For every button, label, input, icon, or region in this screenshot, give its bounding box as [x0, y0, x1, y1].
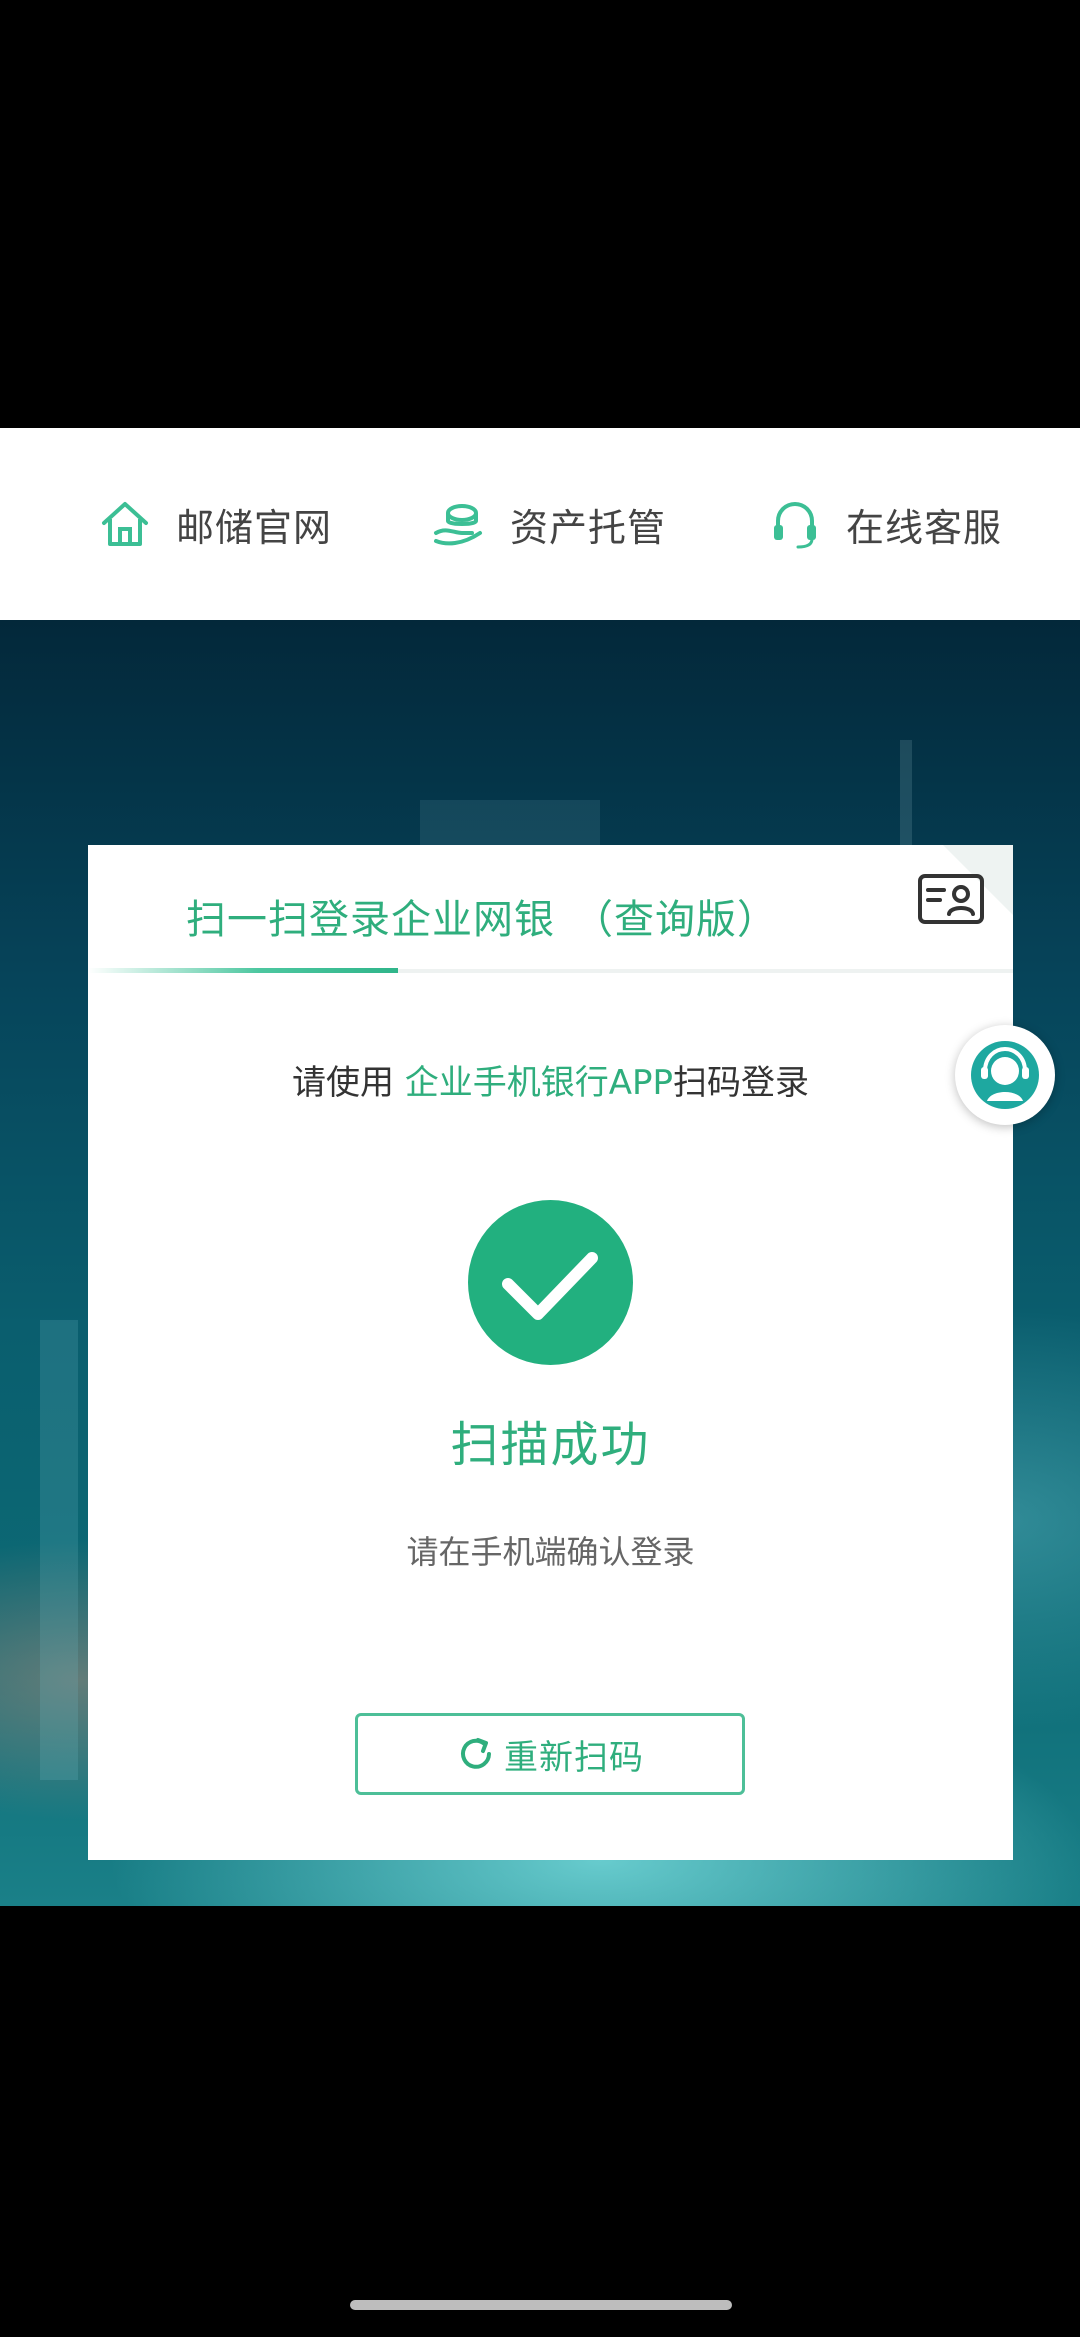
nav-label-online-service: 在线客服: [846, 505, 1003, 550]
asset-custody-icon: [434, 504, 482, 546]
scan-hint-suffix: 扫码登录: [673, 1063, 810, 1103]
scan-hint-prefix: 请使用: [291, 1063, 394, 1103]
nav-item-official-site[interactable]: 邮储官网: [98, 428, 332, 620]
card-header: 扫一扫登录企业网银 （查询版）: [88, 845, 1013, 973]
rescan-button[interactable]: 重新扫码: [355, 1713, 745, 1795]
home-indicator[interactable]: [350, 2300, 732, 2310]
nav-item-online-service[interactable]: 在线客服: [768, 428, 1002, 620]
account-login-switch-icon[interactable]: [916, 870, 986, 930]
scan-success-title: 扫描成功: [450, 1417, 651, 1473]
refresh-icon: [461, 1738, 491, 1769]
scan-hint-app-name: 企业手机银行APP: [404, 1063, 674, 1103]
nav-label-official-site: 邮储官网: [176, 505, 333, 550]
nav-item-asset-custody[interactable]: 资产托管: [432, 428, 666, 620]
background-building: [40, 1320, 78, 1780]
scan-hint: 请使用 企业手机银行APP扫码登录: [88, 1055, 1013, 1104]
customer-service-float-button[interactable]: [955, 1025, 1055, 1125]
home-icon: [102, 502, 148, 546]
nav-label-asset-custody: 资产托管: [510, 505, 667, 550]
success-check-icon: [468, 1200, 633, 1365]
card-title-text: 扫一扫登录企业网银: [186, 897, 555, 943]
confirm-on-phone-text: 请在手机端确认登录: [406, 1533, 695, 1571]
status-area-black: [0, 0, 1080, 428]
active-tab-underline: [88, 968, 398, 973]
customer-service-avatar-icon: [971, 1041, 1039, 1109]
headset-icon: [774, 501, 816, 549]
top-nav-bar: 邮储官网 资产托管 在线客服: [0, 428, 1080, 620]
card-title-suffix: （查询版）: [573, 897, 778, 943]
card-title[interactable]: 扫一扫登录企业网银 （查询版）: [186, 887, 778, 945]
bottom-black-area: [0, 1906, 1080, 2337]
rescan-button-label: 重新扫码: [504, 1737, 644, 1778]
qr-login-card: 扫一扫登录企业网银 （查询版） 请使用 企业手机银行APP扫码登录 扫描成功 请在…: [88, 845, 1013, 1860]
